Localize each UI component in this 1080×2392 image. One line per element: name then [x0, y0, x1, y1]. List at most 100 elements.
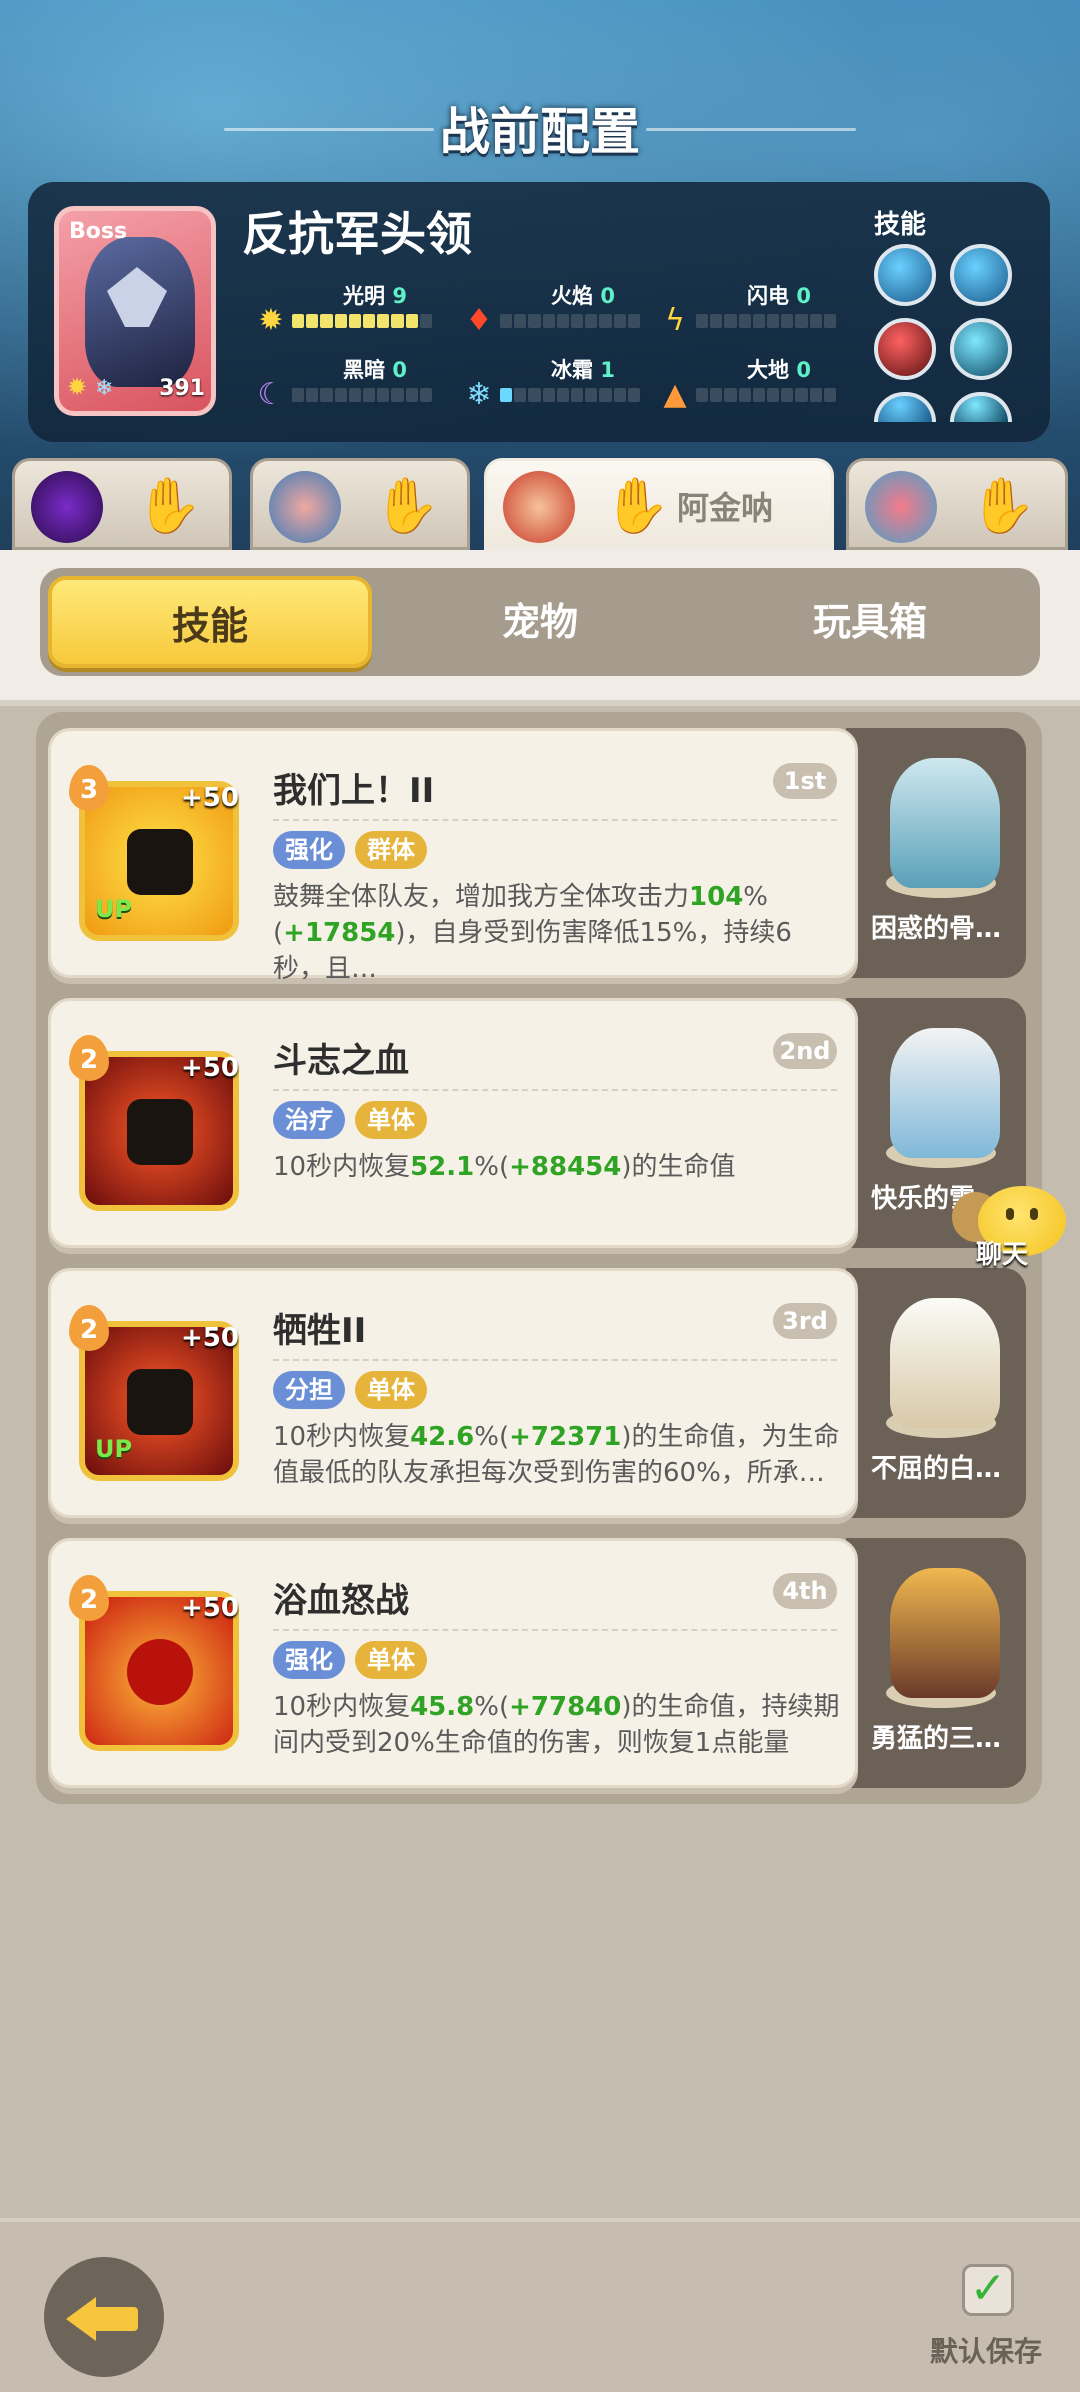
skill-card-4[interactable]: 2 +50 浴血怒战 4th 强化 单体 10秒内恢复45.8%(+77840)… [48, 1538, 858, 1788]
tab-bar: 技能 宠物 玩具箱 [40, 568, 1040, 676]
sun-icon: ✹ [67, 373, 88, 401]
tab-skills[interactable]: 技能 [48, 576, 372, 668]
skill-card-2[interactable]: 2 +50 斗志之血 2nd 治疗 单体 10秒内恢复52.1%(+88454)… [48, 998, 858, 1248]
skill-description: 10秒内恢复42.6%(+72371)的生命值，为生命值最低的队友承担每次受到伤… [273, 1422, 840, 1488]
skill-order: 3rd [773, 1303, 837, 1339]
skill-level-badge: 3 [69, 765, 109, 811]
skill-tag: 强化 [273, 1641, 345, 1679]
skill-tag: 单体 [355, 1101, 427, 1139]
skill-bonus: +50 [181, 783, 239, 813]
boss-portrait[interactable]: Boss ✹ ❄ 391 [54, 206, 216, 416]
skill-tag: 单体 [355, 1371, 427, 1409]
skill-order: 4th [773, 1573, 837, 1609]
hero-name: 阿金呐 [677, 489, 774, 527]
skill-description: 10秒内恢复45.8%(+77840)的生命值，持续期间内受到20%生命值的伤害… [273, 1692, 840, 1758]
skill-tag: 群体 [355, 831, 427, 869]
hand-icon: ✋ [373, 474, 441, 537]
hand-icon: ✋ [135, 474, 203, 537]
boss-armor-image [85, 237, 195, 387]
skill-name: 我们上！II [273, 771, 435, 811]
tab-pets[interactable]: 宠物 [378, 576, 702, 668]
element-bar [696, 314, 837, 328]
boss-skill-demon-icon[interactable] [874, 318, 936, 380]
element-earth: 大地 0 ▲ [656, 354, 896, 414]
snowflake-icon: ❄ [95, 376, 114, 401]
back-button[interactable] [44, 2257, 164, 2377]
lightning-icon: ϟ [665, 303, 685, 338]
boss-level: 391 [159, 376, 205, 401]
boss-skills-label: 技能 [874, 210, 927, 240]
boss-skill-6-icon[interactable] [950, 392, 1012, 422]
boss-skill-claw-icon[interactable] [874, 244, 936, 306]
pet-name: 不屈的白… [870, 1454, 1001, 1484]
hero-tab-3[interactable]: ✋ 阿金呐 [484, 458, 834, 550]
skill-tag: 强化 [273, 831, 345, 869]
flame-icon: ♦ [465, 303, 493, 338]
boss-skill-ghost-icon[interactable] [950, 318, 1012, 380]
skill-card-1[interactable]: 3 +50 UP 我们上！II 1st 强化 群体 鼓舞全体队友，增加我方全体攻… [48, 728, 858, 979]
snowflake-icon: ❄ [466, 377, 492, 412]
hero-purple-avatar [31, 471, 103, 543]
skill-name: 牺牲II [273, 1311, 367, 1351]
hero-pink-avatar [865, 471, 937, 543]
skill-card-3[interactable]: 2 +50 UP 牺牲II 3rd 分担 单体 10秒内恢复42.6%(+723… [48, 1268, 858, 1518]
skill-name: 斗志之血 [273, 1041, 409, 1081]
divider [273, 819, 837, 821]
element-lightning: 闪电 0 ϟ [656, 280, 896, 340]
skill-order: 1st [773, 763, 837, 799]
element-bar [500, 314, 641, 328]
skill-up-badge: UP [95, 895, 133, 923]
skill-name: 浴血怒战 [273, 1581, 409, 1621]
skill-bonus: +50 [181, 1053, 239, 1083]
pet-goat-image [890, 1298, 1000, 1428]
hero-tab-2[interactable]: ✋ [250, 458, 470, 550]
pet-name: 困惑的骨… [870, 914, 1001, 944]
boss-name: 反抗军头领 [242, 207, 472, 261]
hero-blue-avatar [269, 471, 341, 543]
skill-description: 10秒内恢复52.1%(+88454)的生命值 [273, 1152, 736, 1182]
skill-level-badge: 2 [69, 1305, 109, 1351]
tab-bar-area: 技能 宠物 玩具箱 [0, 550, 1080, 706]
hero-tab-4[interactable]: ✋ [846, 458, 1068, 550]
element-bar [292, 314, 433, 328]
boss-skill-trident-icon[interactable] [950, 244, 1012, 306]
pet-slot-4[interactable]: 勇猛的三… [846, 1538, 1026, 1788]
bottom-bar: ✓ 默认保存 [0, 2218, 1080, 2392]
element-dark: 黑暗 0 ☾ [252, 354, 492, 414]
pet-slot-1[interactable]: 困惑的骨… [846, 728, 1026, 978]
hand-icon: ✋ [969, 474, 1037, 537]
hero-tab-1[interactable]: ✋ [12, 458, 232, 550]
element-light: 光明 9 ✹ [252, 280, 492, 340]
pet-name: 勇猛的三… [870, 1724, 1001, 1754]
skill-bonus: +50 [181, 1323, 239, 1353]
skill-level-badge: 2 [69, 1035, 109, 1081]
boss-tag: Boss [69, 219, 128, 244]
moon-icon: ☾ [257, 377, 285, 412]
mountain-icon: ▲ [663, 377, 687, 412]
default-save-checkbox[interactable]: ✓ [962, 2264, 1014, 2316]
element-bar [500, 388, 641, 402]
divider [273, 1629, 837, 1631]
element-bar [696, 388, 837, 402]
pet-slot-3[interactable]: 不屈的白… [846, 1268, 1026, 1518]
skill-up-badge: UP [95, 1435, 133, 1463]
divider [273, 1359, 837, 1361]
hand-icon: ✋ [603, 474, 671, 537]
boss-info-panel: Boss ✹ ❄ 391 反抗军头领 光明 9 ✹ 火焰 0 ♦ 闪电 0 ϟ … [28, 182, 1050, 442]
chat-label[interactable]: 聊天 [976, 1234, 1028, 1271]
skill-description: 鼓舞全体队友，增加我方全体攻击力104%(+17854)，自身受到伤害降低15%… [273, 882, 792, 979]
hero-red-hair-avatar [503, 471, 575, 543]
skill-bonus: +50 [181, 1593, 239, 1623]
skill-tag: 治疗 [273, 1101, 345, 1139]
page-title: 战前配置 [440, 103, 640, 161]
divider [273, 1089, 837, 1091]
tab-toybox[interactable]: 玩具箱 [708, 576, 1032, 668]
pet-triceratops-image [890, 1568, 1000, 1698]
skill-tag: 单体 [355, 1641, 427, 1679]
skill-order: 2nd [773, 1033, 837, 1069]
pet-snow-image [890, 1028, 1000, 1158]
default-save-label[interactable]: 默认保存 [930, 2330, 1042, 2370]
skill-level-badge: 2 [69, 1575, 109, 1621]
sun-icon: ✹ [258, 303, 284, 338]
skill-tag: 分担 [273, 1371, 345, 1409]
